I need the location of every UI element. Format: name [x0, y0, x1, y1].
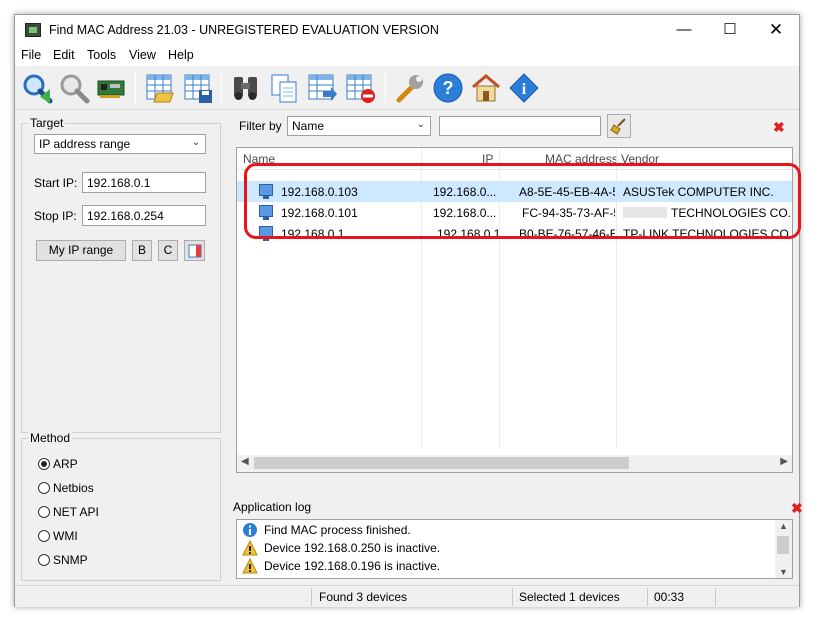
filter-text-input[interactable]	[439, 116, 601, 136]
log-line: Device 192.168.0.196 is inactive.	[242, 558, 440, 574]
scroll-left-icon[interactable]: ◀	[241, 456, 249, 467]
log-line: Find MAC process finished.	[242, 522, 411, 538]
svg-text:?: ?	[443, 78, 454, 98]
wrench-icon[interactable]	[393, 71, 427, 105]
start-ip-input[interactable]: 192.168.0.1	[82, 172, 206, 193]
binoculars-icon[interactable]	[229, 71, 263, 105]
start-ip-label: Start IP:	[34, 176, 78, 190]
method-group: Method ARP Netbios NET API WMI SNMP	[21, 431, 221, 581]
main-window: Find MAC Address 21.03 - UNREGISTERED EV…	[14, 14, 803, 607]
broom-icon	[610, 118, 626, 135]
close-button[interactable]: ✕	[753, 15, 799, 46]
application-log: Application log ✖ Find MAC process finis…	[233, 497, 803, 581]
method-netapi-radio[interactable]: NET API	[38, 505, 99, 519]
method-netapi-label: NET API	[53, 505, 99, 519]
method-arp-label: ARP	[53, 457, 78, 471]
app-icon	[25, 23, 41, 37]
left-pane: Target IP address range ⌄ Start IP: 192.…	[15, 111, 227, 581]
close-log-icon[interactable]: ✖	[791, 500, 803, 517]
status-selected: Selected 1 devices	[519, 590, 620, 604]
chevron-down-icon: ⌄	[191, 137, 200, 148]
filter-by-label: Filter by	[239, 119, 282, 133]
highlight-outline	[244, 163, 801, 239]
home-icon[interactable]	[469, 71, 503, 105]
filter-field-select[interactable]: Name ⌄	[287, 116, 431, 136]
find-icon[interactable]	[20, 71, 54, 105]
close-filter-icon[interactable]: ✖	[773, 119, 785, 136]
method-netbios-radio[interactable]: Netbios	[38, 481, 94, 495]
method-arp-radio[interactable]: ARP	[38, 457, 78, 471]
scroll-thumb[interactable]	[777, 536, 789, 554]
menu-view[interactable]: View	[129, 48, 156, 62]
scroll-up-icon[interactable]: ▲	[779, 521, 788, 531]
method-snmp-radio[interactable]: SNMP	[38, 553, 88, 567]
chevron-down-icon: ⌄	[416, 119, 425, 130]
method-group-label: Method	[28, 431, 73, 445]
method-wmi-radio[interactable]: WMI	[38, 529, 78, 543]
clear-filter-button[interactable]	[607, 114, 631, 138]
toolbar: ? i	[15, 66, 799, 110]
info-icon	[243, 523, 257, 537]
menu-bar: File Edit Tools View Help	[15, 46, 799, 66]
log-box: Find MAC process finished. Device 192.16…	[236, 519, 793, 579]
method-wmi-label: WMI	[53, 529, 78, 543]
application-log-label: Application log	[233, 500, 312, 514]
save-table-icon[interactable]	[181, 71, 215, 105]
menu-edit[interactable]: Edit	[53, 48, 75, 62]
filter-bar: Filter by Name ⌄ ✖	[233, 111, 799, 151]
log-text: Device 192.168.0.196 is inactive.	[264, 559, 441, 573]
status-bar: Found 3 devices Selected 1 devices 00:33	[15, 585, 799, 607]
info-icon[interactable]: i	[507, 71, 541, 105]
stop-ip-label: Stop IP:	[34, 209, 77, 223]
network-card-icon[interactable]	[95, 71, 129, 105]
status-found: Found 3 devices	[319, 590, 408, 604]
results-horizontal-scrollbar[interactable]: ◀ ▶	[237, 455, 792, 472]
filter-field-value: Name	[292, 119, 325, 133]
radio-icon	[38, 506, 50, 518]
window-title: Find MAC Address 21.03 - UNREGISTERED EV…	[49, 23, 439, 37]
scroll-right-icon[interactable]: ▶	[780, 456, 788, 467]
ip-list-button[interactable]	[184, 240, 205, 261]
target-group-label: Target	[28, 116, 66, 130]
class-b-button[interactable]: B	[132, 240, 152, 261]
menu-help[interactable]: Help	[168, 48, 194, 62]
scroll-down-icon[interactable]: ▼	[779, 567, 788, 577]
target-group: Target IP address range ⌄ Start IP: 192.…	[21, 116, 221, 433]
ip-list-icon	[188, 244, 201, 258]
log-line: Device 192.168.0.250 is inactive.	[242, 540, 440, 556]
target-mode-select[interactable]: IP address range ⌄	[34, 134, 206, 154]
warning-icon	[242, 558, 258, 574]
log-text: Device 192.168.0.250 is inactive.	[264, 541, 441, 555]
stop-ip-input[interactable]: 192.168.0.254	[82, 205, 206, 226]
status-time: 00:33	[654, 590, 685, 604]
warning-icon	[242, 540, 258, 556]
radio-icon	[38, 530, 50, 542]
my-ip-range-button[interactable]: My IP range	[36, 240, 126, 261]
help-icon[interactable]: ?	[431, 71, 465, 105]
menu-file[interactable]: File	[21, 48, 41, 62]
svg-text:i: i	[522, 81, 527, 98]
class-c-button[interactable]: C	[158, 240, 178, 261]
scroll-thumb[interactable]	[254, 457, 629, 469]
maximize-button[interactable]: ☐	[707, 15, 753, 46]
title-bar: Find MAC Address 21.03 - UNREGISTERED EV…	[15, 15, 799, 46]
target-mode-value: IP address range	[39, 137, 131, 151]
delete-table-icon[interactable]	[343, 71, 377, 105]
find-gray-icon[interactable]	[57, 71, 91, 105]
open-table-icon[interactable]	[143, 71, 177, 105]
menu-tools[interactable]: Tools	[87, 48, 116, 62]
minimize-button[interactable]: —	[661, 15, 707, 46]
radio-icon	[38, 482, 50, 494]
copy-icon[interactable]	[267, 71, 301, 105]
method-netbios-label: Netbios	[53, 481, 94, 495]
radio-icon	[38, 554, 50, 566]
log-vertical-scrollbar[interactable]: ▲ ▼	[775, 520, 792, 578]
method-snmp-label: SNMP	[53, 553, 88, 567]
export-icon[interactable]	[305, 71, 339, 105]
log-text: Find MAC process finished.	[264, 523, 411, 537]
radio-selected-icon	[38, 458, 50, 470]
